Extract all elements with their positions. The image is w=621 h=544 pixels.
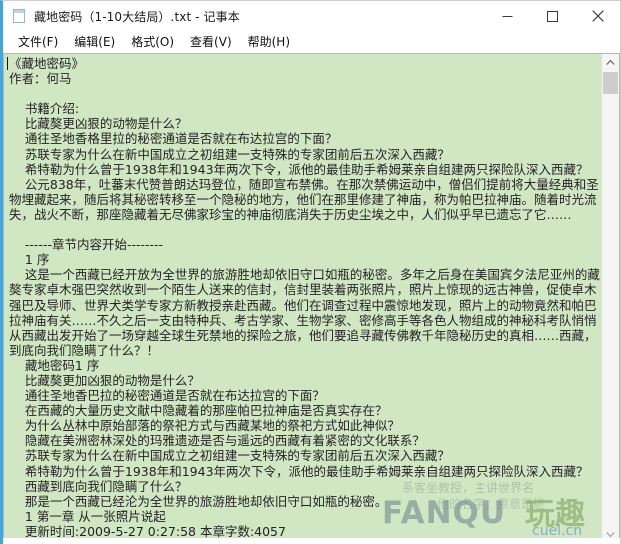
menu-view[interactable]: 查看(V) bbox=[182, 32, 240, 52]
text-editor[interactable]: 《藏地密码》 作者：何马 书籍介绍: 比藏獒更凶狠的动物是什么？ 通往圣地香格里… bbox=[4, 54, 601, 543]
maximize-button[interactable] bbox=[530, 1, 575, 31]
menu-file[interactable]: 文件(F) bbox=[10, 32, 66, 52]
menu-help[interactable]: 帮助(H) bbox=[240, 32, 298, 52]
window-bottom-edge bbox=[3, 538, 620, 544]
menu-format[interactable]: 格式(O) bbox=[123, 32, 182, 52]
scrollbar-track[interactable] bbox=[602, 71, 619, 526]
menu-edit[interactable]: 编辑(E) bbox=[66, 32, 123, 52]
window-title: 藏地密码（1-10大结局）.txt - 记事本 bbox=[34, 9, 240, 24]
editor-client-area: 《藏地密码》 作者：何马 书籍介绍: 比藏獒更凶狠的动物是什么？ 通往圣地香格里… bbox=[3, 53, 620, 544]
title-bar: 藏地密码（1-10大结局）.txt - 记事本 bbox=[3, 1, 620, 31]
scroll-up-arrow-icon[interactable] bbox=[602, 54, 619, 71]
editor-text-content: 《藏地密码》 作者：何马 书籍介绍: 比藏獒更凶狠的动物是什么？ 通往圣地香格里… bbox=[9, 56, 600, 543]
notepad-window: 藏地密码（1-10大结局）.txt - 记事本 文件(F) 编辑(E) 格式(O… bbox=[0, 0, 621, 544]
menu-bar: 文件(F) 编辑(E) 格式(O) 查看(V) 帮助(H) bbox=[3, 31, 620, 53]
notepad-document-icon bbox=[12, 8, 27, 24]
vertical-scrollbar[interactable] bbox=[601, 54, 619, 543]
minimize-button[interactable] bbox=[485, 1, 530, 31]
close-button[interactable] bbox=[575, 1, 620, 31]
scrollbar-thumb[interactable] bbox=[603, 72, 618, 94]
window-controls bbox=[485, 1, 620, 31]
text-caret bbox=[7, 57, 8, 70]
